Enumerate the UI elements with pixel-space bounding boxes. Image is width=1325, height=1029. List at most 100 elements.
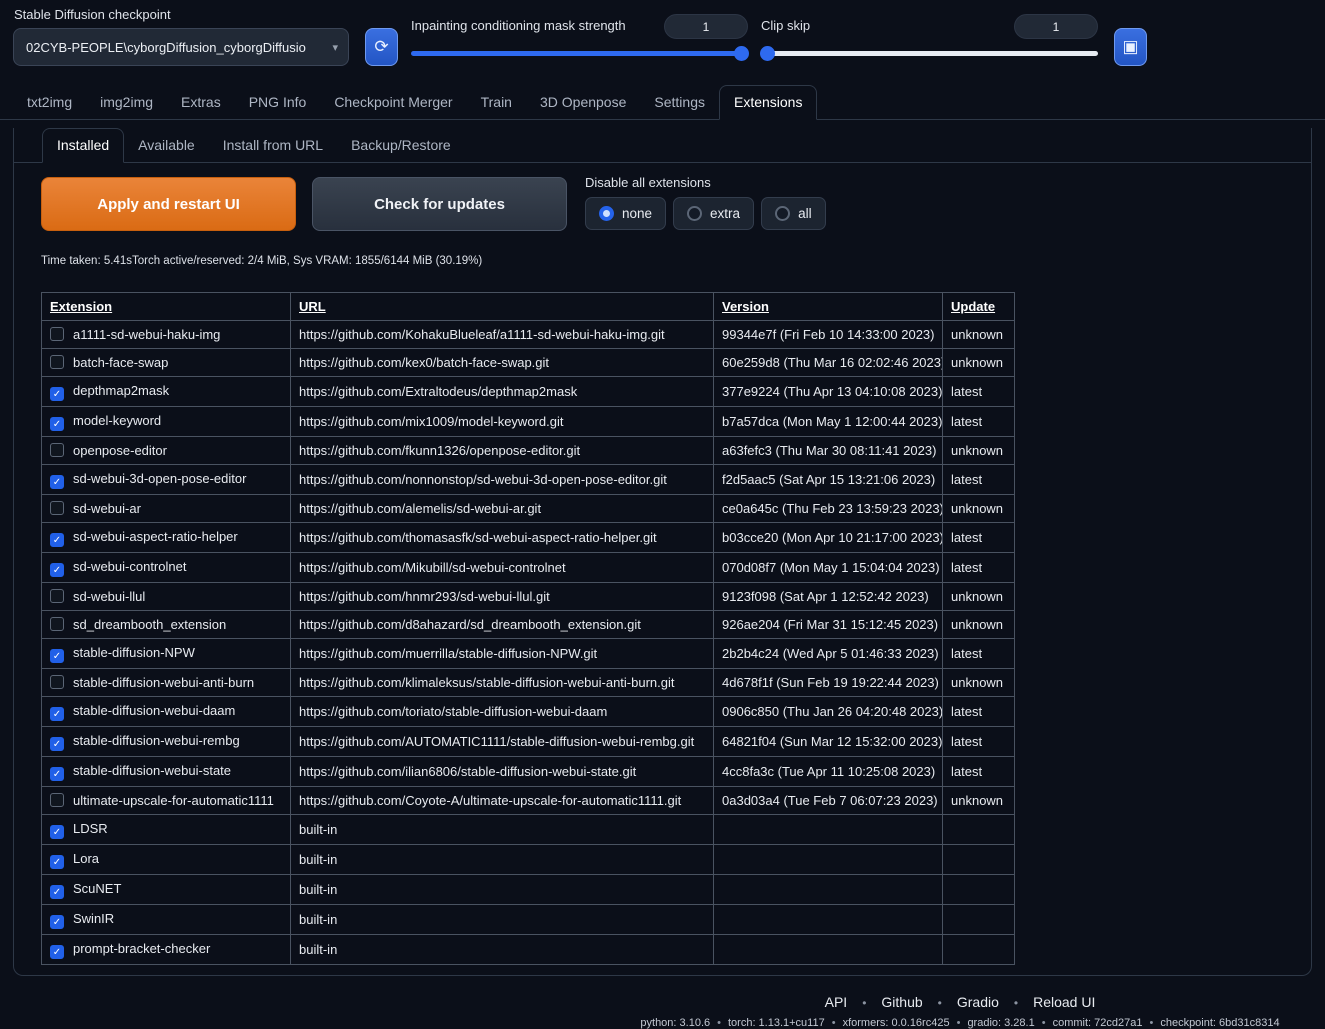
extension-url: https://github.com/toriato/stable-diffus…	[290, 696, 714, 727]
extension-cell: ✓ stable-diffusion-webui-daam	[41, 696, 291, 727]
footer-link-github[interactable]: Github	[881, 994, 922, 1010]
extension-enabled-checkbox[interactable]: ✓	[50, 737, 64, 751]
extension-version	[713, 874, 943, 905]
extension-enabled-checkbox[interactable]: ✓	[50, 417, 64, 431]
extension-url: https://github.com/Mikubill/sd-webui-con…	[290, 552, 714, 583]
tab-txt2img[interactable]: txt2img	[13, 86, 86, 119]
extension-enabled-checkbox[interactable]	[50, 501, 64, 515]
footer-info-item: xformers: 0.0.16rc425	[842, 1017, 950, 1029]
footer-info-item: commit: 72cd27a1	[1052, 1017, 1143, 1029]
extension-url: https://github.com/hnmr293/sd-webui-llul…	[290, 582, 714, 611]
extension-name: sd-webui-3d-open-pose-editor	[73, 471, 247, 486]
extension-enabled-checkbox[interactable]	[50, 675, 64, 689]
extension-enabled-checkbox[interactable]: ✓	[50, 707, 64, 721]
extension-version: 4cc8fa3c (Tue Apr 11 10:25:08 2023)	[713, 756, 943, 787]
separator-dot: •	[956, 1017, 961, 1029]
tab-img2img[interactable]: img2img	[86, 86, 167, 119]
extra-tool-button[interactable]: ▣	[1114, 28, 1147, 66]
extension-enabled-checkbox[interactable]	[50, 327, 64, 341]
mask-strength-slider[interactable]	[411, 46, 749, 61]
main-tab-bar: txt2img img2img Extras PNG Info Checkpoint M…	[0, 85, 1325, 120]
extension-enabled-checkbox[interactable]: ✓	[50, 563, 64, 577]
tab-extensions[interactable]: Extensions	[718, 85, 818, 120]
subtab-install-from-url[interactable]: Install from URL	[209, 129, 337, 162]
extension-update-status: latest	[942, 638, 1015, 669]
subtab-available[interactable]: Available	[124, 129, 209, 162]
extension-name: stable-diffusion-webui-anti-burn	[73, 675, 255, 690]
extension-cell: openpose-editor	[41, 436, 291, 465]
tab-checkpoint-merger[interactable]: Checkpoint Merger	[320, 86, 466, 119]
footer-link-gradio[interactable]: Gradio	[957, 994, 999, 1010]
table-row: ✓ sd-webui-aspect-ratio-helper https://git…	[41, 522, 1015, 553]
disable-all-option-none[interactable]: none	[585, 197, 667, 230]
extensions-subtab-bar: Installed Available Install from URL Backup…	[14, 128, 1311, 163]
extension-enabled-checkbox[interactable]: ✓	[50, 855, 64, 869]
table-row: sd-webui-llul https://github.com/hnmr293/…	[41, 582, 1015, 611]
table-row: batch-face-swap https://github.com/kex0/b…	[41, 348, 1015, 377]
extension-version: 64821f04 (Sun Mar 12 15:32:00 2023)	[713, 726, 943, 757]
extension-enabled-checkbox[interactable]: ✓	[50, 475, 64, 489]
tab-train[interactable]: Train	[467, 86, 526, 119]
extension-name: Lora	[73, 851, 100, 866]
extension-cell: ✓ depthmap2mask	[41, 376, 291, 407]
tab-3d-openpose[interactable]: 3D Openpose	[526, 86, 640, 119]
extension-name: sd-webui-ar	[73, 501, 141, 516]
clip-skip-slider[interactable]	[760, 46, 1098, 61]
extension-update-status: latest	[942, 552, 1015, 583]
extension-enabled-checkbox[interactable]: ✓	[50, 885, 64, 899]
clip-skip-input[interactable]	[1014, 14, 1098, 39]
table-row: ✓ stable-diffusion-webui-rembg https://git…	[41, 726, 1015, 757]
extension-name: prompt-bracket-checker	[73, 941, 211, 956]
extension-update-status: latest	[942, 376, 1015, 407]
extension-update-status: unknown	[942, 610, 1015, 639]
extension-update-status	[942, 844, 1015, 875]
tab-png-info[interactable]: PNG Info	[235, 86, 321, 119]
extension-enabled-checkbox[interactable]	[50, 793, 64, 807]
extension-name: batch-face-swap	[73, 355, 169, 370]
footer-info: python: 3.10.6 • torch: 1.13.1+cu117 • xform…	[590, 1017, 1325, 1029]
extension-enabled-checkbox[interactable]	[50, 617, 64, 631]
extension-url: built-in	[290, 934, 714, 965]
extension-version: b03cce20 (Mon Apr 10 21:17:00 2023)	[713, 522, 943, 553]
footer-link-reload-ui[interactable]: Reload UI	[1033, 994, 1095, 1010]
extension-cell: sd-webui-llul	[41, 582, 291, 611]
chevron-down-icon: ▾	[332, 41, 338, 54]
extension-version: 2b2b4c24 (Wed Apr 5 01:46:33 2023)	[713, 638, 943, 669]
mask-strength-input[interactable]	[664, 14, 748, 39]
disable-all-option-all[interactable]: all	[761, 197, 826, 230]
checkpoint-dropdown[interactable]: 02CYB-PEOPLE\cyborgDiffusion_cyborgDiffu…	[13, 28, 349, 66]
extension-enabled-checkbox[interactable]: ✓	[50, 387, 64, 401]
quicksettings-bar: Stable Diffusion checkpoint 02CYB-PEOPLE…	[0, 0, 1325, 85]
extension-name: sd-webui-controlnet	[73, 559, 187, 574]
extension-enabled-checkbox[interactable]	[50, 589, 64, 603]
tab-settings[interactable]: Settings	[640, 86, 719, 119]
extension-cell: ✓ SwinIR	[41, 904, 291, 935]
extension-enabled-checkbox[interactable]: ✓	[50, 649, 64, 663]
slider-handle[interactable]	[760, 46, 775, 61]
apply-restart-button[interactable]: Apply and restart UI	[41, 177, 296, 231]
tab-extras[interactable]: Extras	[167, 86, 235, 119]
subtab-installed[interactable]: Installed	[42, 128, 125, 163]
separator-dot: •	[937, 996, 942, 1010]
slider-handle[interactable]	[734, 46, 749, 61]
footer-link-api[interactable]: API	[825, 994, 848, 1010]
extension-name: stable-diffusion-webui-daam	[73, 703, 236, 718]
extension-enabled-checkbox[interactable]: ✓	[50, 825, 64, 839]
refresh-checkpoint-button[interactable]: ⟳	[365, 28, 398, 66]
extension-enabled-checkbox[interactable]: ✓	[50, 767, 64, 781]
extension-version: 4d678f1f (Sun Feb 19 19:22:44 2023)	[713, 668, 943, 697]
subtab-backup-restore[interactable]: Backup/Restore	[337, 129, 465, 162]
extension-enabled-checkbox[interactable]	[50, 443, 64, 457]
extension-url: https://github.com/muerrilla/stable-diff…	[290, 638, 714, 669]
extension-enabled-checkbox[interactable]: ✓	[50, 533, 64, 547]
extension-update-status: latest	[942, 696, 1015, 727]
table-row: ✓ depthmap2mask https://github.com/Extralt…	[41, 376, 1015, 407]
disable-all-option-extra[interactable]: extra	[673, 197, 755, 230]
table-row: ✓ sd-webui-controlnet https://github.com/M…	[41, 552, 1015, 583]
extension-enabled-checkbox[interactable]: ✓	[50, 945, 64, 959]
extension-name: model-keyword	[73, 413, 162, 428]
extension-enabled-checkbox[interactable]: ✓	[50, 915, 64, 929]
check-updates-button[interactable]: Check for updates	[312, 177, 567, 231]
separator-dot: •	[1041, 1017, 1046, 1029]
extension-enabled-checkbox[interactable]	[50, 355, 64, 369]
